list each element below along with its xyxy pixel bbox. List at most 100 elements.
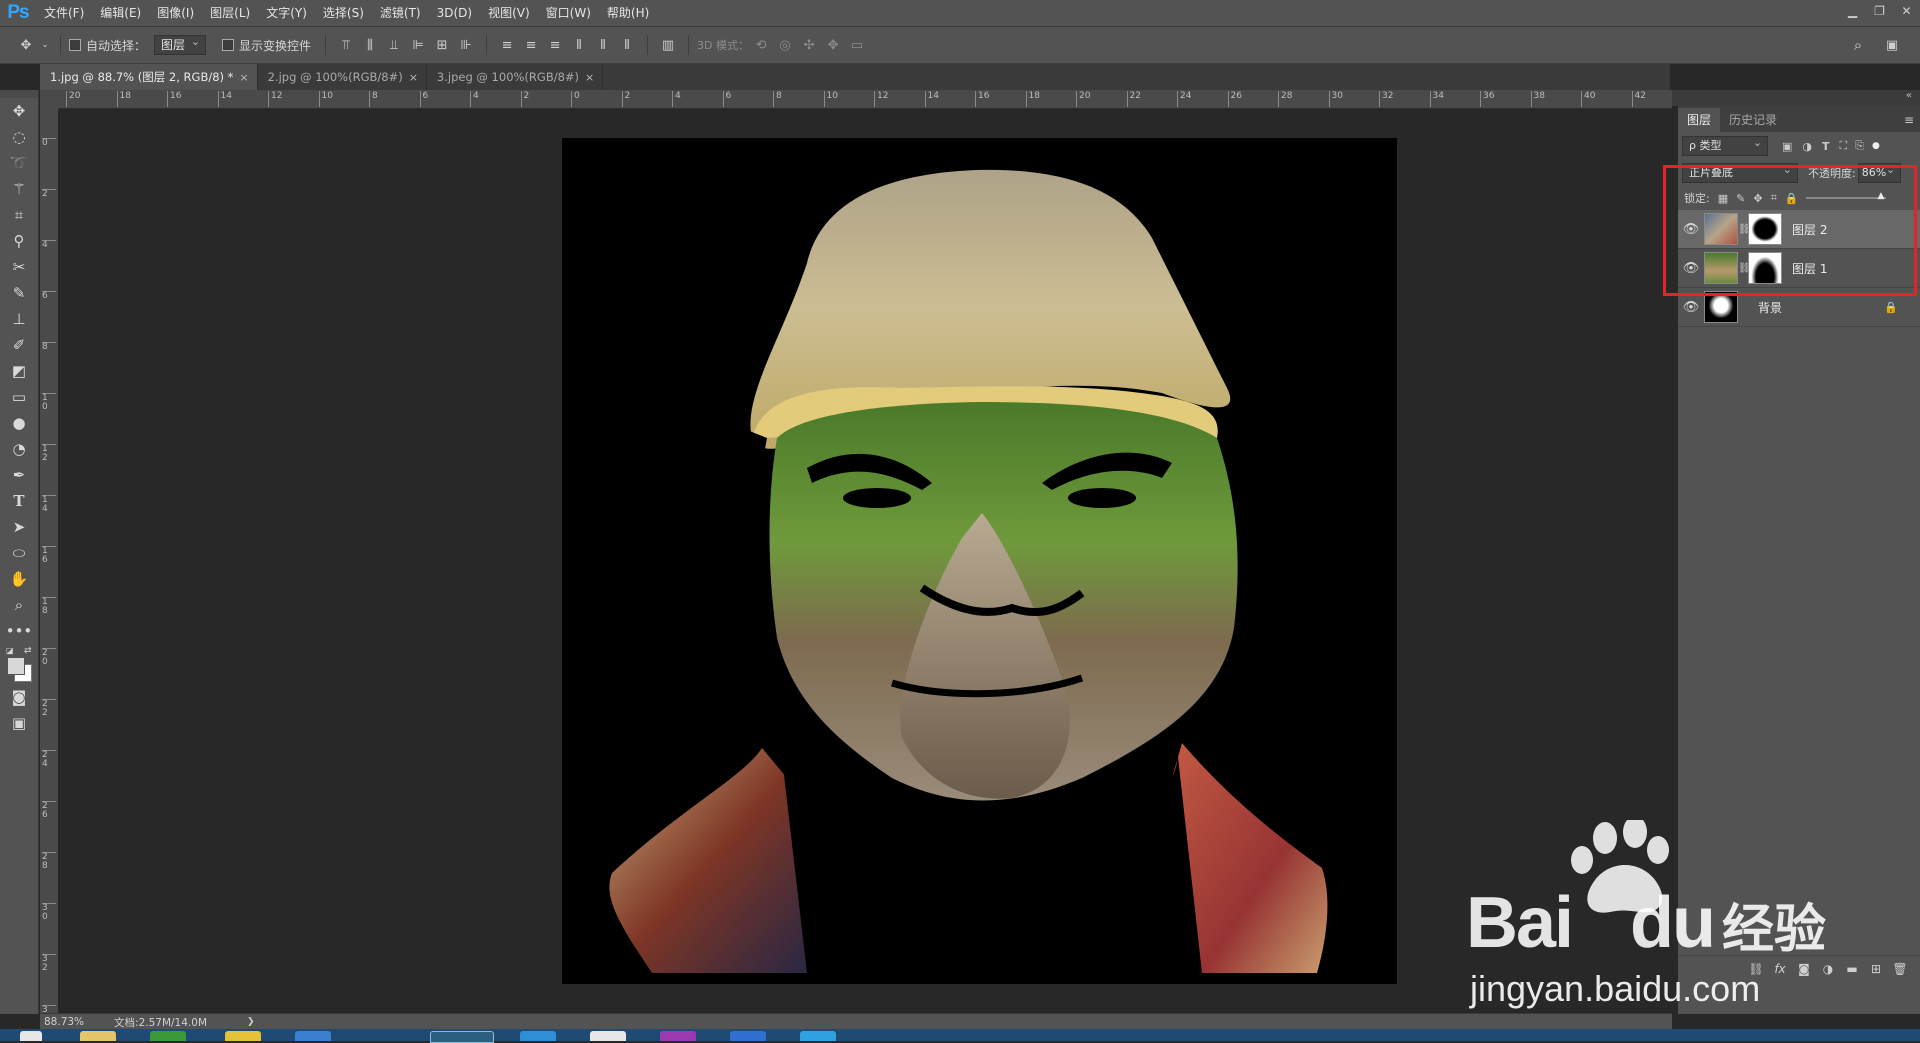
3d-slide-icon[interactable]: ✥: [823, 35, 843, 55]
document-canvas[interactable]: [562, 138, 1397, 984]
menu-file[interactable]: 文件(F): [36, 0, 92, 26]
distribute-top-icon[interactable]: ≡: [497, 35, 517, 55]
magic-wand-tool-icon[interactable]: ⚚: [0, 176, 38, 202]
ruler-vertical[interactable]: 0 2 4 6 8 1 0 1 2 1 4 1 6 1 8 2 0 2 2 2 4 2 6 2 8 3 0 3 …: [40, 108, 59, 1013]
menu-view[interactable]: 视图(V): [480, 0, 538, 26]
clone-stamp-tool-icon[interactable]: ⊥: [0, 306, 38, 332]
taskbar-app-icon[interactable]: [520, 1031, 556, 1041]
close-window-icon[interactable]: ✕: [1893, 0, 1920, 22]
menu-layer[interactable]: 图层(L): [202, 0, 258, 26]
filter-shape-icon[interactable]: ⛶: [1840, 139, 1848, 153]
filter-pixel-icon[interactable]: ▣: [1782, 140, 1792, 153]
align-left-icon[interactable]: ⊫: [408, 35, 428, 55]
minimize-icon[interactable]: ▁: [1839, 0, 1866, 22]
panel-dock-header[interactable]: «: [1672, 90, 1920, 106]
eraser-tool-icon[interactable]: ◩: [0, 358, 38, 384]
path-selection-tool-icon[interactable]: ➤: [0, 514, 38, 540]
history-brush-tool-icon[interactable]: ✐: [0, 332, 38, 358]
new-group-icon[interactable]: ▬: [1840, 962, 1864, 976]
add-mask-icon[interactable]: ◙: [1792, 962, 1816, 976]
align-vcenter-icon[interactable]: ⫼: [360, 35, 380, 55]
taskbar-app-icon[interactable]: [730, 1031, 766, 1041]
filter-type-icon[interactable]: T: [1822, 140, 1830, 153]
align-top-icon[interactable]: ⫪: [336, 35, 356, 55]
3d-pan-icon[interactable]: ✣: [799, 35, 819, 55]
align-bottom-icon[interactable]: ⫫: [384, 35, 404, 55]
new-layer-icon[interactable]: ⊞: [1864, 962, 1888, 976]
move-tool-icon[interactable]: ✥: [16, 35, 36, 55]
distribute-vcenter-icon[interactable]: ≡: [521, 35, 541, 55]
taskbar-folder-icon[interactable]: [80, 1031, 116, 1041]
ruler-corner[interactable]: [40, 90, 58, 108]
taskbar-app-icon[interactable]: [225, 1031, 261, 1041]
tool-preset-chevron-icon[interactable]: ⌄: [40, 35, 50, 55]
distribute-left-icon[interactable]: ⦀: [569, 35, 589, 55]
panel-menu-icon[interactable]: ≡: [1904, 113, 1914, 127]
hand-tool-icon[interactable]: ✋: [0, 566, 38, 592]
menu-type[interactable]: 文字(Y): [258, 0, 315, 26]
distribute-right-icon[interactable]: ⦀: [617, 35, 637, 55]
workspace-icon[interactable]: ▣: [1882, 35, 1902, 55]
default-colors-icon[interactable]: ◪: [6, 646, 14, 655]
taskbar-app-icon[interactable]: [150, 1031, 186, 1041]
fx-icon[interactable]: fx: [1768, 962, 1792, 976]
search-icon[interactable]: ⌕: [1848, 35, 1868, 55]
collapse-panels-icon[interactable]: «: [1906, 90, 1912, 101]
status-menu-icon[interactable]: ❯: [247, 1017, 255, 1027]
3d-roll-icon[interactable]: ◎: [775, 35, 795, 55]
menu-3d[interactable]: 3D(D): [429, 0, 480, 26]
filter-smart-object-icon[interactable]: ⎘: [1855, 139, 1864, 153]
menu-help[interactable]: 帮助(H): [599, 0, 657, 26]
toolbar-grip[interactable]: [0, 90, 38, 98]
tab-doc-1[interactable]: 1.jpg @ 88.7% (图层 2, RGB/8) * ×: [40, 64, 258, 90]
link-layers-icon[interactable]: ⛓: [1744, 962, 1768, 976]
tab-history[interactable]: 历史记录: [1720, 108, 1786, 132]
crop-tool-icon[interactable]: ⌗: [0, 202, 38, 228]
menu-edit[interactable]: 编辑(E): [92, 0, 149, 26]
gradient-tool-icon[interactable]: ▭: [0, 384, 38, 410]
distribute-hcenter-icon[interactable]: ⦀: [593, 35, 613, 55]
visibility-eye-icon[interactable]: 👁: [1678, 300, 1704, 315]
auto-select-checkbox[interactable]: [69, 39, 81, 51]
align-right-icon[interactable]: ⊪: [456, 35, 476, 55]
marquee-tool-icon[interactable]: ◌: [0, 124, 38, 150]
blur-tool-icon[interactable]: ●: [0, 410, 38, 436]
tab-doc-3[interactable]: 3.jpeg @ 100%(RGB/8#) ×: [427, 64, 604, 90]
swap-colors-icon[interactable]: ⇄: [24, 646, 32, 656]
delete-layer-icon[interactable]: 🗑: [1888, 962, 1912, 976]
align-hcenter-icon[interactable]: ⊞: [432, 35, 452, 55]
3d-scale-icon[interactable]: ▭: [847, 35, 867, 55]
auto-align-icon[interactable]: ▥: [658, 35, 678, 55]
3d-orbit-icon[interactable]: ⟲: [751, 35, 771, 55]
brush-tool-icon[interactable]: ✎: [0, 280, 38, 306]
taskbar-app-icon[interactable]: [295, 1031, 331, 1041]
show-transform-checkbox[interactable]: [222, 39, 235, 51]
filter-adjustment-icon[interactable]: ◑: [1802, 140, 1812, 153]
healing-brush-tool-icon[interactable]: ✂: [0, 254, 38, 280]
taskbar-start-icon[interactable]: [20, 1031, 42, 1041]
adjustment-layer-icon[interactable]: ◑: [1816, 962, 1840, 976]
lasso-tool-icon[interactable]: ➰: [0, 150, 38, 176]
screen-mode-icon[interactable]: ▣: [0, 710, 38, 736]
color-swatches[interactable]: ◪ ⇄: [0, 644, 38, 684]
menu-select[interactable]: 选择(S): [315, 0, 372, 26]
menu-filter[interactable]: 滤镜(T): [372, 0, 429, 26]
close-icon[interactable]: ×: [239, 71, 248, 84]
layer-filter-dropdown[interactable]: ρ 类型: [1682, 134, 1768, 156]
menu-image[interactable]: 图像(I): [149, 0, 202, 26]
close-icon[interactable]: ×: [585, 71, 594, 84]
foreground-color-swatch[interactable]: [7, 657, 25, 675]
zoom-level[interactable]: 88.73%: [44, 1016, 84, 1028]
type-tool-icon[interactable]: T: [0, 488, 38, 514]
taskbar-photoshop-icon[interactable]: [430, 1031, 494, 1043]
zoom-tool-icon[interactable]: ⌕: [0, 592, 38, 618]
tab-doc-2[interactable]: 2.jpg @ 100%(RGB/8#) ×: [258, 64, 427, 90]
quick-mask-icon[interactable]: ◙: [0, 684, 38, 710]
filter-toggle-icon[interactable]: ●: [1872, 141, 1880, 151]
taskbar-app-icon[interactable]: [800, 1031, 836, 1041]
eyedropper-tool-icon[interactable]: ⚲: [0, 228, 38, 254]
close-icon[interactable]: ×: [409, 71, 418, 84]
ruler-horizontal[interactable]: 20 18 16 14 12 10 8 6 4 2 0 2 4 6 8 10 12 14 16 18 20 22 24 26 2…: [58, 90, 1672, 109]
tab-layers[interactable]: 图层: [1678, 108, 1721, 132]
distribute-bottom-icon[interactable]: ≡: [545, 35, 565, 55]
